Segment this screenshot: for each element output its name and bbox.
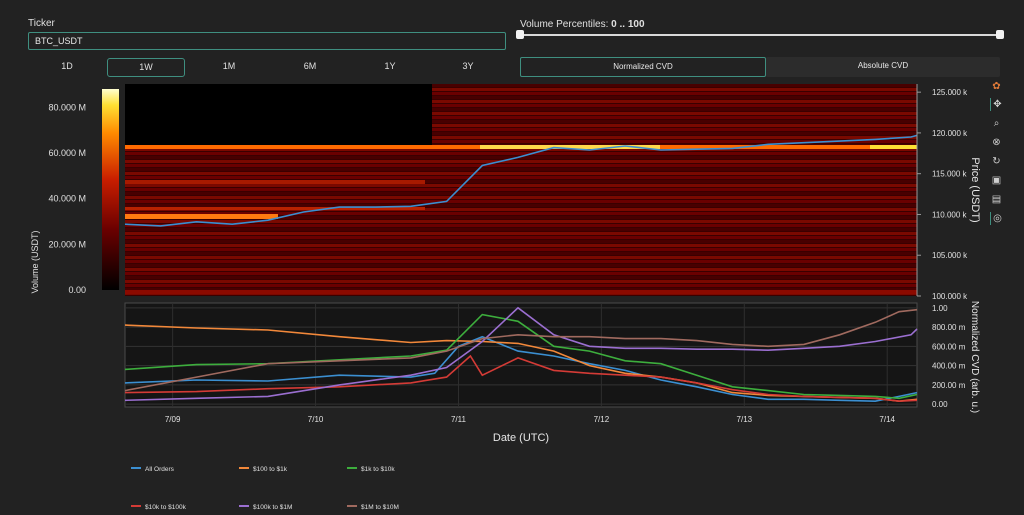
date-tick-label: 7/13 bbox=[737, 415, 753, 424]
price-tick-label: 110.000 k bbox=[932, 210, 968, 219]
date-axis-title: Date (UTC) bbox=[493, 432, 549, 444]
heatmap-band bbox=[125, 268, 917, 271]
cvd-tick-label: 400.00 m bbox=[932, 362, 966, 371]
legend: All Orders $100 to $1k $1k to $10k $10k to … bbox=[131, 466, 399, 511]
price-tick-label: 100.000 k bbox=[932, 292, 968, 301]
cvd-tick-label: 0.00 bbox=[932, 400, 948, 409]
heatmap-empty-region bbox=[125, 84, 432, 145]
date-tick-label: 7/09 bbox=[165, 415, 181, 424]
date-tick-label: 7/11 bbox=[451, 415, 467, 424]
price-tick-label: 115.000 k bbox=[932, 170, 968, 179]
colorbar-title: Volume (USDT) bbox=[30, 230, 40, 293]
heatmap-hot-band bbox=[870, 145, 917, 149]
colorbar bbox=[102, 89, 119, 290]
colorbar-tick-label: 0.00 bbox=[68, 285, 86, 295]
chart-area[interactable]: 80.000 M 60.000 M 40.000 M 20.000 M 0.00 Vol… bbox=[0, 0, 1024, 515]
heatmap-band bbox=[125, 232, 917, 235]
heatmap-band bbox=[125, 192, 917, 195]
heatmap-band bbox=[125, 272, 917, 275]
price-tick-label: 120.000 k bbox=[932, 129, 968, 138]
heatmap-hot-band bbox=[125, 214, 278, 219]
heatmap-band bbox=[125, 252, 917, 255]
heatmap-band bbox=[125, 224, 917, 227]
heatmap-band bbox=[125, 200, 917, 203]
heatmap-band bbox=[125, 176, 917, 179]
heatmap-band bbox=[125, 240, 917, 243]
heatmap-band bbox=[125, 172, 917, 175]
price-axis-title: Price (USDT) bbox=[969, 157, 981, 222]
heatmap-band bbox=[125, 204, 917, 207]
heatmap-band bbox=[125, 264, 917, 267]
cvd-plot-background bbox=[124, 302, 918, 408]
heatmap-hot-band bbox=[125, 180, 425, 184]
heatmap-band bbox=[125, 168, 917, 171]
heatmap-band bbox=[125, 184, 917, 187]
cvd-axis-ticks: 1.00 800.00 m 600.00 m 400.00 m 200.00 m 0.00 bbox=[932, 304, 966, 409]
cvd-tick-label: 800.00 m bbox=[932, 323, 966, 332]
heatmap-plot bbox=[124, 84, 918, 296]
heatmap-band bbox=[125, 152, 917, 155]
heatmap-band bbox=[125, 188, 917, 191]
heatmap-band bbox=[125, 284, 917, 287]
price-tick-label: 105.000 k bbox=[932, 251, 968, 260]
legend-item-label: $1k to $10k bbox=[361, 466, 395, 473]
cvd-tick-label: 200.00 m bbox=[932, 381, 966, 390]
price-tick-label: 125.000 k bbox=[932, 88, 968, 97]
heatmap-band bbox=[125, 228, 917, 231]
heatmap-band bbox=[125, 260, 917, 263]
legend-item-label: $1M to $10M bbox=[361, 504, 399, 511]
cvd-axis-title: Normalized CVD (arb. u.) bbox=[969, 301, 980, 413]
heatmap-band bbox=[125, 248, 917, 251]
date-tick-label: 7/10 bbox=[308, 415, 324, 424]
legend-item-label: $10k to $100k bbox=[145, 504, 187, 511]
heatmap-band bbox=[125, 280, 917, 283]
date-tick-label: 7/14 bbox=[879, 415, 895, 424]
legend-item-label: $100 to $1k bbox=[253, 466, 288, 473]
date-tick-label: 7/12 bbox=[594, 415, 610, 424]
heatmap-band bbox=[125, 244, 917, 247]
date-axis-ticks: 7/09 7/10 7/11 7/12 7/13 7/14 bbox=[165, 415, 896, 424]
colorbar-tick-label: 40.000 M bbox=[48, 194, 86, 204]
legend-item-label: All Orders bbox=[145, 466, 175, 473]
heatmap-hot-band bbox=[125, 290, 917, 294]
colorbar-tick-label: 20.000 M bbox=[48, 239, 86, 249]
heatmap-band bbox=[125, 196, 917, 199]
colorbar-ticks: 80.000 M 60.000 M 40.000 M 20.000 M 0.00 bbox=[48, 102, 86, 295]
heatmap-band bbox=[125, 256, 917, 259]
cvd-tick-label: 1.00 bbox=[932, 304, 948, 313]
heatmap-band bbox=[125, 276, 917, 279]
cvd-tick-label: 600.00 m bbox=[932, 342, 966, 351]
legend-item-label: $100k to $1M bbox=[253, 504, 292, 511]
price-axis-ticks: 125.000 k 120.000 k 115.000 k 110.000 k 105.… bbox=[917, 88, 968, 301]
colorbar-tick-label: 80.000 M bbox=[48, 102, 86, 112]
heatmap-band bbox=[125, 160, 917, 163]
heatmap-band bbox=[125, 164, 917, 167]
heatmap-band bbox=[125, 236, 917, 239]
colorbar-tick-label: 60.000 M bbox=[48, 148, 86, 158]
